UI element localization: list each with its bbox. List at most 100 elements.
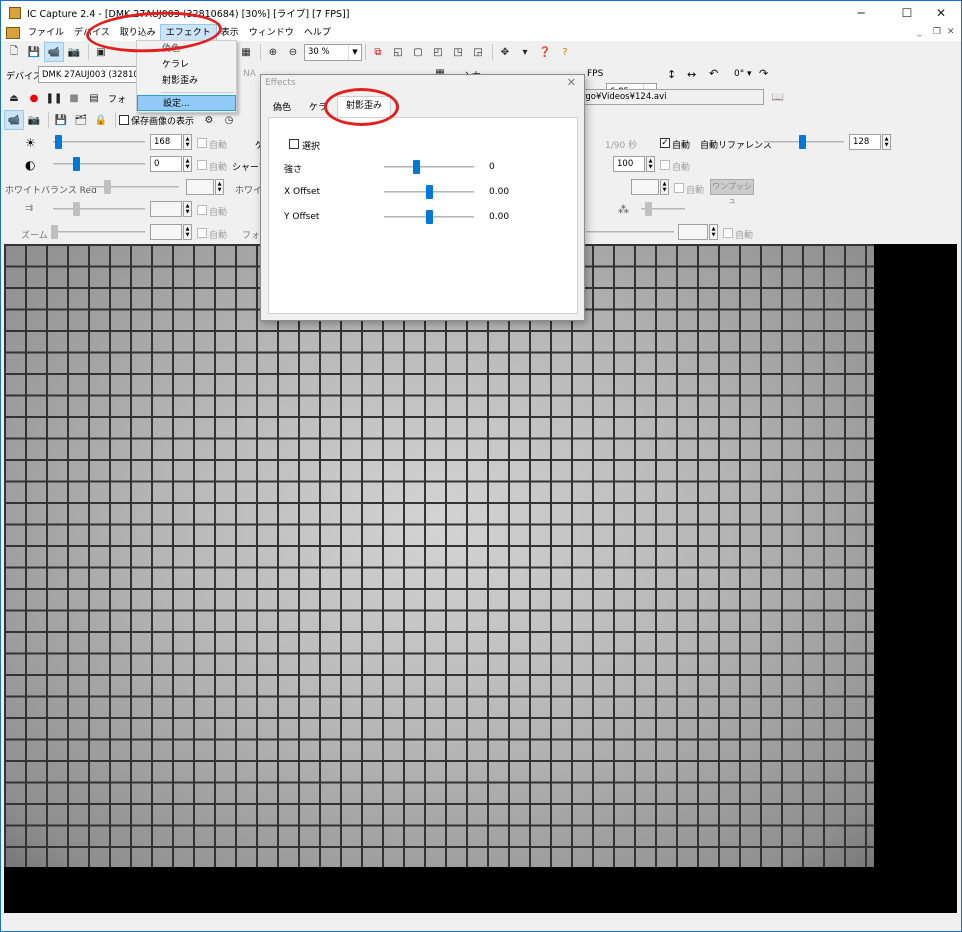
- chevron-down-icon[interactable]: ▾: [747, 69, 752, 79]
- menu-file[interactable]: ファイル: [23, 25, 69, 41]
- menu-help[interactable]: ヘルプ: [299, 25, 336, 41]
- one-push-button[interactable]: ワンプッシュ: [710, 179, 754, 205]
- pause-icon[interactable]: ❚❚: [45, 89, 63, 107]
- rotate-right-icon[interactable]: ↷: [759, 67, 768, 80]
- gamma-field[interactable]: 100: [613, 156, 645, 172]
- brightness-auto-checkbox[interactable]: [197, 138, 207, 148]
- contrast-auto-checkbox[interactable]: [197, 160, 207, 170]
- zoom-thumb[interactable]: [51, 225, 58, 239]
- snapshot-icon[interactable]: 📷: [65, 43, 83, 61]
- contrast-spin[interactable]: ▲ ▼: [183, 156, 192, 172]
- brightness-field[interactable]: 168: [150, 134, 182, 150]
- blacklevel-auto-checkbox[interactable]: [197, 205, 207, 215]
- whats-this-icon[interactable]: ❓: [536, 43, 554, 61]
- mdi-child-icon[interactable]: [6, 27, 20, 39]
- zoom-out-icon[interactable]: ⊖: [284, 43, 302, 61]
- album-icon[interactable]: 🗂: [72, 111, 90, 129]
- wb-blue-field[interactable]: [631, 179, 659, 195]
- brightness-thumb[interactable]: [55, 135, 62, 149]
- auto-reference-spin[interactable]: ▲ ▼: [882, 134, 891, 150]
- brightness-slider[interactable]: [53, 141, 145, 143]
- focus-field[interactable]: [678, 224, 708, 240]
- wb-blue-spin[interactable]: ▲ ▼: [660, 179, 669, 195]
- menu-window[interactable]: ウィンドウ: [244, 25, 299, 41]
- flip-horizontal-icon[interactable]: ↔: [687, 68, 696, 81]
- codec-icon[interactable]: ▤: [85, 89, 103, 107]
- contrast-slider[interactable]: [53, 163, 145, 165]
- focus-auto-checkbox[interactable]: [723, 228, 733, 238]
- strength-slider[interactable]: [384, 166, 474, 168]
- browse-folder-icon[interactable]: 📖: [769, 88, 787, 106]
- save-icon[interactable]: 💾: [25, 43, 43, 61]
- close-button[interactable]: ✕: [926, 1, 956, 25]
- file-path-field[interactable]: rgo¥Videos¥124.avi: [578, 89, 764, 105]
- menu-item-perspective[interactable]: 射影歪み: [137, 73, 236, 89]
- camera-icon[interactable]: 📷: [25, 111, 43, 129]
- crop3-icon[interactable]: ◲: [469, 43, 487, 61]
- zoom-spin[interactable]: ▲ ▼: [183, 224, 192, 240]
- wb-red-slider[interactable]: [89, 186, 179, 188]
- frame-icon[interactable]: ▢: [409, 43, 427, 61]
- auto-reference-thumb[interactable]: [799, 135, 806, 149]
- record-icon[interactable]: ●: [25, 89, 43, 107]
- zoom-auto-checkbox[interactable]: [197, 228, 207, 238]
- overlay-icon[interactable]: ⧉: [369, 43, 387, 61]
- mdi-close-button[interactable]: ✕: [947, 27, 955, 37]
- rotate-left-icon[interactable]: ↶: [709, 67, 718, 80]
- zoom-select[interactable]: 30 % ▼: [304, 43, 362, 61]
- blacklevel-field[interactable]: [150, 201, 182, 217]
- wb-red-spin[interactable]: ▲ ▼: [215, 179, 224, 195]
- y-offset-thumb[interactable]: [426, 210, 433, 224]
- zoom-field[interactable]: [150, 224, 182, 240]
- new-icon[interactable]: 🗋: [5, 43, 23, 61]
- crop-icon[interactable]: ◰: [429, 43, 447, 61]
- blacklevel-spin[interactable]: ▲ ▼: [183, 201, 192, 217]
- blacklevel-slider[interactable]: [53, 208, 145, 210]
- show-saved-checkbox[interactable]: [119, 115, 129, 125]
- focus-slider[interactable]: [586, 231, 674, 233]
- live-video-icon[interactable]: 📹: [4, 110, 24, 130]
- lock-icon[interactable]: 🔒: [92, 111, 110, 129]
- wb-auto-checkbox[interactable]: [674, 183, 684, 193]
- stop-icon[interactable]: ■: [65, 89, 83, 107]
- exposure-auto-checkbox[interactable]: [660, 138, 670, 148]
- focus-spin[interactable]: ▲ ▼: [709, 224, 718, 240]
- zoom-in-icon[interactable]: ⊕: [264, 43, 282, 61]
- gamma-spin[interactable]: ▲ ▼: [646, 156, 655, 172]
- help-icon[interactable]: ?: [556, 43, 574, 61]
- roi-icon[interactable]: ◱: [389, 43, 407, 61]
- wb-red-thumb[interactable]: [104, 180, 111, 194]
- grid-icon[interactable]: ▦: [237, 43, 255, 61]
- rotation-value[interactable]: 0°: [734, 69, 744, 79]
- chevron-down-icon[interactable]: ▾: [516, 43, 534, 61]
- gamma-auto-checkbox[interactable]: [660, 160, 670, 170]
- zoom-slider[interactable]: [53, 231, 145, 233]
- device-icon[interactable]: ⏏: [5, 89, 23, 107]
- enable-checkbox[interactable]: [289, 139, 299, 149]
- contrast-thumb[interactable]: [73, 157, 80, 171]
- blacklevel-thumb[interactable]: [73, 202, 80, 216]
- mdi-restore-button[interactable]: ❐: [933, 27, 941, 37]
- settings-icon[interactable]: ⚙: [200, 111, 218, 129]
- x-offset-thumb[interactable]: [426, 185, 433, 199]
- tab-false-color[interactable]: 偽色: [265, 99, 299, 118]
- live-video-display[interactable]: [4, 244, 957, 913]
- save-icon[interactable]: 💾: [52, 111, 70, 129]
- contrast-field[interactable]: 0: [150, 156, 182, 172]
- brightness-spin[interactable]: ▲ ▼: [183, 134, 192, 150]
- dialog-close-button[interactable]: ✕: [567, 76, 576, 89]
- device-select[interactable]: DMK 27AUJ003 (32810684: [38, 66, 138, 83]
- menu-item-settings[interactable]: 設定...: [137, 95, 236, 111]
- mdi-minimize-button[interactable]: _: [917, 27, 922, 37]
- maximize-button[interactable]: ☐: [892, 1, 922, 25]
- auto-reference-field[interactable]: 128: [849, 134, 881, 150]
- wb-red-field[interactable]: [186, 179, 214, 195]
- minimize-button[interactable]: ─: [846, 1, 876, 25]
- move-icon[interactable]: ✥: [496, 43, 514, 61]
- strength-thumb[interactable]: [412, 160, 420, 174]
- menu-item-vignette[interactable]: ケラレ: [137, 57, 236, 73]
- live-icon[interactable]: 📹: [44, 42, 64, 62]
- flip-vertical-icon[interactable]: ↕: [667, 68, 676, 81]
- timer-icon[interactable]: ◷: [220, 111, 238, 129]
- crop2-icon[interactable]: ◳: [449, 43, 467, 61]
